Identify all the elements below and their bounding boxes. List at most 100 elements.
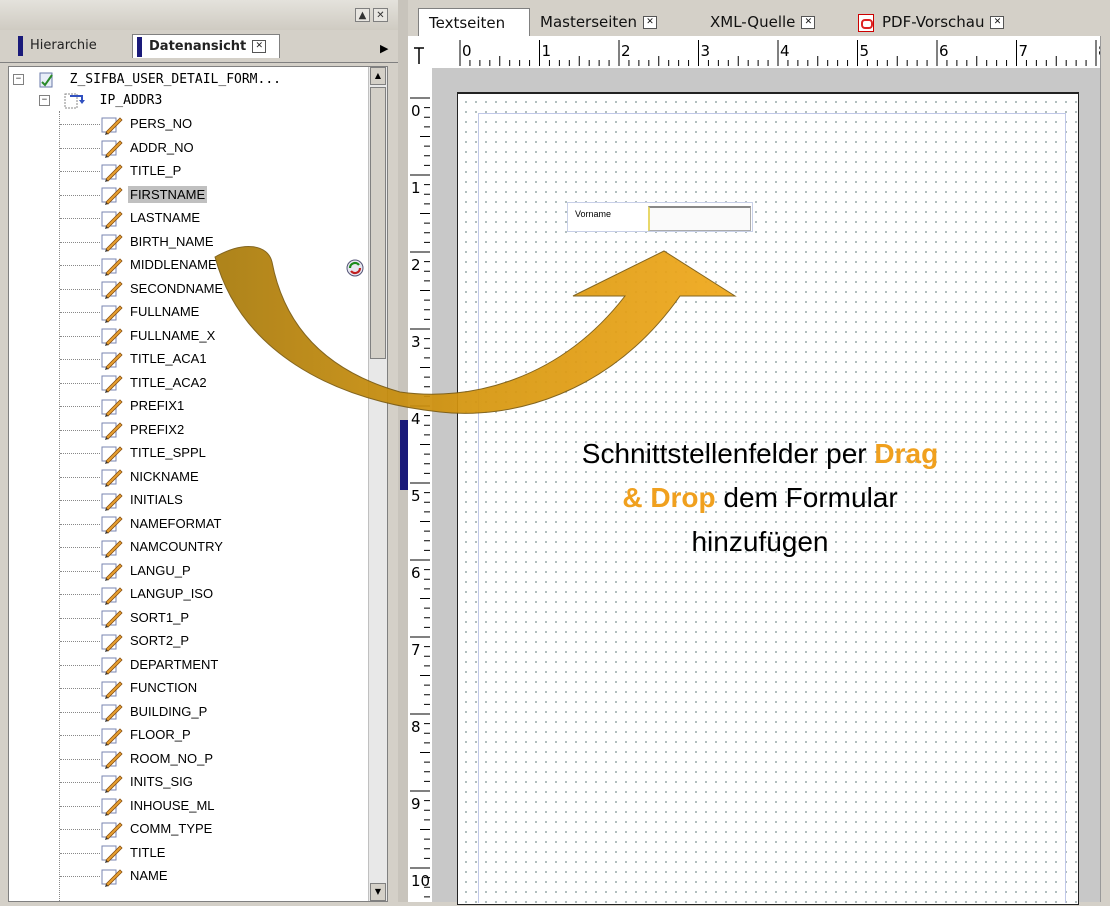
tree-field-item[interactable]: FLOOR_P [101,724,193,746]
tree-field-item[interactable]: INHOUSE_ML [101,795,217,817]
tree-field-label: NAMEFORMAT [130,515,222,531]
tree-connector [60,429,100,431]
text-field-icon [101,163,123,182]
tree-field-item[interactable]: SORT2_P [101,630,191,652]
tab-xml-source-label: XML-Quelle [710,13,796,31]
callout-highlight-drag: Drag [874,438,939,469]
text-field-icon [101,633,123,652]
close-tab-icon[interactable]: ✕ [252,40,267,53]
tree-field-label: INITIALS [130,492,183,507]
tree-field-item[interactable]: ROOM_NO_P [101,748,215,770]
minimize-icon[interactable]: ▲ [355,8,370,22]
tree-node-ip-addr3[interactable]: − IP_ADDR3 [39,90,162,112]
tree-field-item[interactable]: PREFIX1 [101,395,186,417]
tree-field-item[interactable]: FULLNAME_X [101,325,217,347]
tree-field-label: SORT1_P [130,609,190,625]
tree-field-item[interactable]: DEPARTMENT [101,654,220,676]
callout-highlight-drop: & Drop [622,482,716,513]
text-field-icon [101,445,123,464]
scroll-up-icon[interactable]: ▲ [370,67,386,85]
tree-field-label: NICKNAME [130,468,199,484]
tree-connector [60,147,100,149]
ruler-v-label: 1 [411,179,421,197]
refresh-binding-icon[interactable] [344,257,366,283]
canvas-scrollbar[interactable] [1100,36,1110,902]
scroll-down-icon[interactable]: ▼ [370,883,386,901]
tree-field-label: TITLE_SPPL [130,445,206,460]
chevron-right-icon[interactable]: ▶ [380,42,388,55]
text-field-icon [101,704,123,723]
tree-connector [60,406,100,407]
tree-field-label: TITLE_P [130,163,182,178]
tree-field-item[interactable]: NAME [101,865,170,887]
tree-field-item[interactable]: TITLE_ACA2 [101,372,209,394]
tree-field-item[interactable]: LANGUP_ISO [101,583,215,605]
tab-xml-source[interactable]: XML-Quelle ✕ [710,8,816,36]
text-field-icon [101,351,123,370]
tree-field-item[interactable]: FUNCTION [101,677,199,699]
tree-field-item[interactable]: ADDR_NO [101,137,196,159]
tab-hierarchy[interactable]: Hierarchie [14,34,124,58]
tab-master-pages-label: Masterseiten [540,13,638,31]
tree-field-item[interactable]: INITS_SIG [101,771,195,793]
pdf-icon [858,13,874,32]
tree-field-item[interactable]: BUILDING_P [101,701,209,723]
callout-text-3: hinzufügen [691,526,829,557]
tree-field-item[interactable]: LASTNAME [101,207,202,229]
tree-connector [60,641,100,642]
tab-text-pages-label: Textseiten [429,14,506,32]
close-tab-icon[interactable]: ✕ [643,16,658,29]
tree-field-item[interactable]: TITLE_P [101,160,183,182]
tree-connector [60,570,100,572]
scrollbar-thumb[interactable] [370,87,386,359]
field-input-box[interactable] [648,206,751,231]
ruler-h-label: 2 [621,42,631,60]
tree-field-item[interactable]: MIDDLENAME [101,254,219,276]
tree-field-item[interactable]: BIRTH_NAME [101,231,216,253]
close-tab-icon[interactable]: ✕ [990,16,1005,29]
tree-connector [60,758,100,760]
tree-field-item[interactable]: FIRSTNAME [101,184,208,206]
tab-text-pages[interactable]: Textseiten [418,8,530,36]
tree-field-label: TITLE_ACA1 [130,351,207,366]
tree-connector [60,171,100,172]
tree-field-item[interactable]: NICKNAME [101,466,201,488]
tree-field-item[interactable]: SORT1_P [101,607,191,629]
tab-master-pages[interactable]: Masterseiten ✕ [540,8,658,36]
tab-pdf-preview[interactable]: PDF-Vorschau ✕ [858,8,1005,36]
tree-root-node[interactable]: − Z_SIFBA_USER_DETAIL_FORM... [13,69,281,91]
collapse-icon[interactable]: − [39,95,50,106]
collapse-icon[interactable]: − [13,74,24,85]
tree-field-item[interactable]: NAMEFORMAT [101,513,223,535]
designer-tab-bar: Textseiten Masterseiten ✕ XML-Quelle ✕ PDF… [408,0,1110,36]
ruler-v-label: 9 [411,795,421,813]
tree-field-item[interactable]: LANGU_P [101,560,193,582]
tree-field-label: BUILDING_P [130,703,208,719]
tree-field-item[interactable]: SECONDNAME [101,278,225,300]
ruler-h-label: 0 [462,42,472,60]
callout-text-2: dem Formular [715,482,898,513]
tree-field-item[interactable]: TITLE_SPPL [101,442,208,464]
tree-connector [60,218,100,219]
close-tab-icon[interactable]: ✕ [801,16,816,29]
tree-field-item[interactable]: INITIALS [101,489,185,511]
tree-field-item[interactable]: PERS_NO [101,113,194,135]
close-icon[interactable]: ✕ [373,8,388,22]
tree-scrollbar[interactable]: ▲ ▼ [368,67,387,901]
text-field-icon [101,539,123,558]
ruler-v-label: 6 [411,564,421,582]
tree-connector [60,312,100,313]
tree-field-label: ROOM_NO_P [130,750,214,766]
tree-field-item[interactable]: FULLNAME [101,301,201,323]
tree-field-item[interactable]: PREFIX2 [101,419,186,441]
tree-field-item[interactable]: TITLE [101,842,167,864]
tab-data-view[interactable]: Datenansicht ✕ [132,34,280,58]
tree-field-item[interactable]: NAMCOUNTRY [101,536,225,558]
form-schema-icon [39,72,53,87]
text-field-icon [101,680,123,699]
tree-field-item[interactable]: TITLE_ACA1 [101,348,209,370]
splitter-grip[interactable] [400,420,408,490]
ruler-v-label: 0 [411,102,421,120]
tree-field-item[interactable]: COMM_TYPE [101,818,214,840]
data-tree: − Z_SIFBA_USER_DETAIL_FORM... − IP_ADDR3… [8,66,388,902]
